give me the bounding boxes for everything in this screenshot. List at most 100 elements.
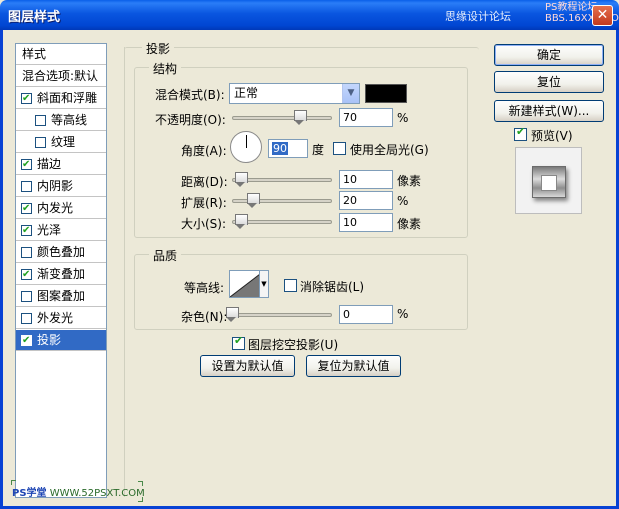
contour-label: 等高线: xyxy=(184,281,225,295)
opacity-label: 不透明度(O): xyxy=(155,113,226,127)
style-item[interactable]: 等高线 xyxy=(16,110,106,131)
size-input[interactable]: 10 xyxy=(339,213,393,232)
style-item[interactable]: 光泽 xyxy=(16,220,106,241)
angle-value: 90 xyxy=(272,142,288,155)
window-title: 图层样式 xyxy=(8,10,61,25)
reset-button[interactable]: 复位 xyxy=(494,71,604,93)
spread-label: 扩展(R): xyxy=(181,196,227,210)
global-light-checkbox[interactable] xyxy=(333,142,346,155)
shadow-color-swatch[interactable] xyxy=(365,84,407,103)
corner-mark xyxy=(11,480,16,485)
spread-slider[interactable] xyxy=(232,193,332,209)
style-item-checkbox[interactable] xyxy=(21,88,32,109)
angle-input[interactable]: 90 xyxy=(268,139,308,158)
blend-mode-value: 正常 xyxy=(234,86,259,100)
style-item-checkbox[interactable] xyxy=(21,198,32,219)
close-icon: ✕ xyxy=(596,7,609,23)
style-item[interactable]: 内发光 xyxy=(16,198,106,219)
layer-knockout-label[interactable]: 图层挖空投影(U) xyxy=(248,336,338,353)
make-default-button[interactable]: 设置为默认值 xyxy=(200,355,295,377)
angle-unit: 度 xyxy=(312,143,325,157)
noise-slider-track xyxy=(226,313,332,317)
distance-unit: 像素 xyxy=(397,174,422,188)
style-item-label: 光泽 xyxy=(37,223,62,237)
preview-label[interactable]: 预览(V) xyxy=(531,127,573,144)
style-item-label: 内阴影 xyxy=(37,179,74,193)
size-label: 大小(S): xyxy=(181,217,227,231)
spread-unit: % xyxy=(397,194,409,208)
footer-watermark: PS学堂 WWW.52PSXT.COM xyxy=(12,484,145,499)
style-item[interactable]: 内阴影 xyxy=(16,176,106,197)
style-item[interactable]: 描边 xyxy=(16,154,106,175)
global-light-label[interactable]: 使用全局光(G) xyxy=(350,141,429,158)
angle-dial[interactable] xyxy=(230,131,262,163)
noise-slider-thumb[interactable] xyxy=(226,307,239,323)
opacity-slider[interactable] xyxy=(232,110,332,126)
layer-knockout-checkbox[interactable] xyxy=(232,334,245,350)
style-item-label: 纹理 xyxy=(51,135,76,149)
style-item-checkbox[interactable] xyxy=(21,291,32,302)
blend-mode-select[interactable]: 正常 ▼ xyxy=(229,83,360,104)
style-item[interactable]: 外发光 xyxy=(16,308,106,329)
anti-alias-checkbox[interactable] xyxy=(284,279,297,292)
distance-slider-thumb[interactable] xyxy=(235,172,248,188)
distance-label: 距离(D): xyxy=(181,175,228,189)
corner-mark xyxy=(138,481,143,486)
watermark-text: 思缘设计论坛 xyxy=(445,10,511,23)
contour-dropdown-arrow[interactable]: ▼ xyxy=(259,270,269,298)
style-item-label: 斜面和浮雕 xyxy=(37,91,98,105)
style-item[interactable]: 纹理 xyxy=(16,132,106,153)
distance-input[interactable]: 10 xyxy=(339,170,393,189)
size-slider-thumb[interactable] xyxy=(235,214,248,230)
style-item-checkbox[interactable] xyxy=(21,247,32,258)
structure-title: 结构 xyxy=(149,60,182,77)
section-border-left xyxy=(124,47,125,497)
style-item[interactable]: 渐变叠加 xyxy=(16,264,106,285)
style-preview-thumbnail xyxy=(515,147,582,214)
style-item[interactable]: 斜面和浮雕 xyxy=(16,88,106,109)
noise-slider[interactable] xyxy=(226,307,332,323)
preview-checkbox[interactable] xyxy=(514,125,527,141)
style-item-checkbox[interactable] xyxy=(21,181,32,192)
footer-url: WWW.52PSXT.COM xyxy=(49,488,145,499)
title-bar[interactable]: 图层样式 思缘设计论坛 PS教程论坛 BBS.16XX8.COM ✕ xyxy=(0,0,619,30)
drop-shadow-title: 投影 xyxy=(142,40,175,57)
size-unit: 像素 xyxy=(397,217,422,231)
style-item[interactable]: 颜色叠加 xyxy=(16,242,106,263)
angle-dial-hand xyxy=(246,135,247,148)
spread-slider-thumb[interactable] xyxy=(247,193,260,209)
angle-label: 角度(A): xyxy=(181,144,227,158)
style-item-checkbox[interactable] xyxy=(35,137,46,148)
style-item-label: 等高线 xyxy=(51,113,88,127)
style-item-checkbox[interactable] xyxy=(21,154,32,175)
spread-input[interactable]: 20 xyxy=(339,191,393,210)
style-item-label: 内发光 xyxy=(37,201,74,215)
noise-unit: % xyxy=(397,307,409,321)
style-item-checkbox[interactable] xyxy=(21,313,32,324)
style-item-label: 投影 xyxy=(37,333,62,347)
style-item-checkbox[interactable] xyxy=(21,220,32,241)
styles-header[interactable]: 样式 xyxy=(16,44,106,65)
blend-options-item[interactable]: 混合选项:默认 xyxy=(16,66,106,87)
styles-list: 样式 混合选项:默认 斜面和浮雕等高线纹理描边内阴影内发光光泽颜色叠加渐变叠加图… xyxy=(15,43,107,498)
ok-button[interactable]: 确定 xyxy=(494,44,604,66)
anti-alias-label[interactable]: 消除锯齿(L) xyxy=(300,278,364,295)
noise-input[interactable]: 0 xyxy=(339,305,393,324)
chevron-down-icon: ▼ xyxy=(342,84,359,103)
style-item-checkbox[interactable] xyxy=(21,330,32,351)
distance-slider[interactable] xyxy=(232,172,332,188)
reset-default-button[interactable]: 复位为默认值 xyxy=(306,355,401,377)
corner-mark xyxy=(138,497,143,502)
style-item-checkbox[interactable] xyxy=(21,264,32,285)
chevron-down-icon: ▼ xyxy=(261,280,267,288)
noise-label: 杂色(N): xyxy=(181,310,228,324)
close-button[interactable]: ✕ xyxy=(592,5,613,26)
opacity-input[interactable]: 70 xyxy=(339,108,393,127)
new-style-button[interactable]: 新建样式(W)... xyxy=(494,100,604,122)
opacity-slider-thumb[interactable] xyxy=(294,110,307,126)
preview-shape xyxy=(532,166,566,198)
size-slider[interactable] xyxy=(232,214,332,230)
style-item[interactable]: 投影 xyxy=(16,330,106,351)
style-item[interactable]: 图案叠加 xyxy=(16,286,106,307)
style-item-checkbox[interactable] xyxy=(35,115,46,126)
